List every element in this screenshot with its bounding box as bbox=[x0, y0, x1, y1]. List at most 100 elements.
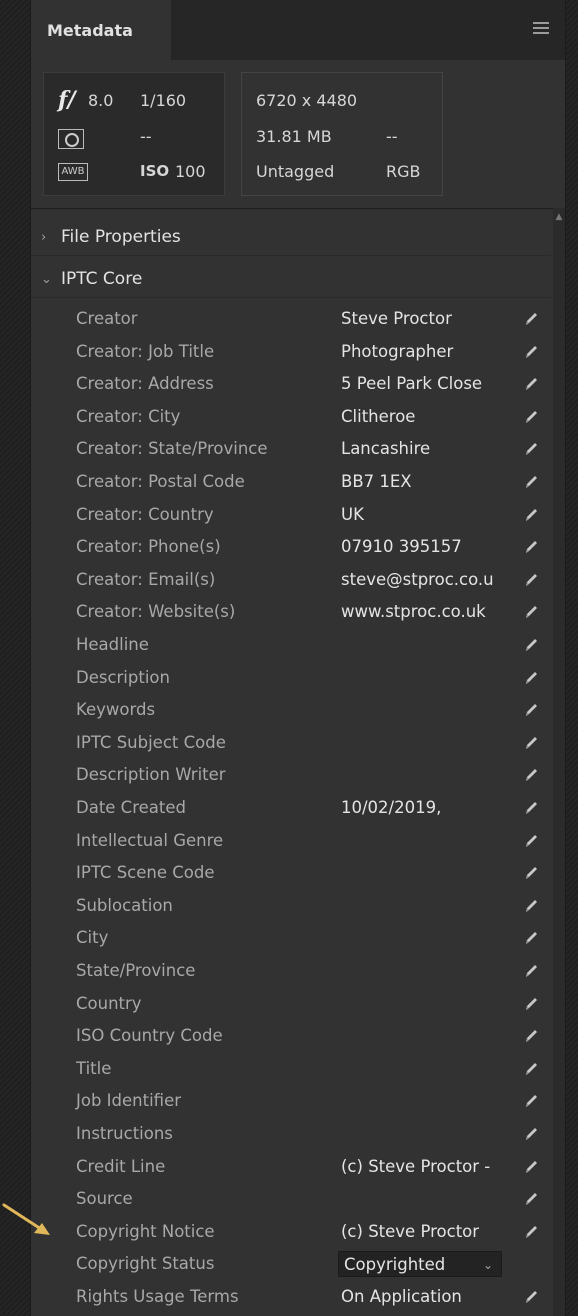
chevron-down-icon: ⌄ bbox=[482, 1258, 493, 1273]
section-label: IPTC Core bbox=[61, 269, 143, 289]
pencil-edit-icon[interactable] bbox=[523, 897, 539, 915]
tab-metadata[interactable]: Metadata bbox=[31, 0, 171, 60]
pencil-edit-icon[interactable] bbox=[523, 440, 539, 458]
pencil-edit-icon[interactable] bbox=[523, 408, 539, 426]
section-file-properties[interactable]: › File Properties bbox=[31, 219, 551, 256]
pencil-edit-icon[interactable] bbox=[523, 766, 539, 784]
pencil-edit-icon[interactable] bbox=[523, 1060, 539, 1078]
pencil-edit-icon[interactable] bbox=[523, 701, 539, 719]
pencil-edit-icon[interactable] bbox=[523, 799, 539, 817]
pencil-edit-icon[interactable] bbox=[523, 343, 539, 361]
shutter-speed-value: 1/160 bbox=[140, 91, 187, 110]
metering-value: -- bbox=[140, 127, 152, 146]
scroll-up-arrow-icon[interactable]: ▲ bbox=[554, 212, 564, 222]
field-label: Creator: Phone(s) bbox=[76, 537, 221, 557]
field-row: Country bbox=[31, 988, 551, 1021]
white-balance-icon: AWB bbox=[58, 163, 88, 181]
pencil-edit-icon[interactable] bbox=[523, 571, 539, 589]
color-profile: Untagged bbox=[256, 162, 335, 181]
section-iptc-core[interactable]: ⌄ IPTC Core bbox=[31, 261, 551, 298]
hamburger-menu-icon[interactable] bbox=[533, 22, 549, 36]
field-row: Copyright Notice (c) Steve Proctor bbox=[31, 1216, 551, 1249]
field-row: Creator: City Clitheroe bbox=[31, 401, 551, 434]
field-row: ISO Country Code bbox=[31, 1020, 551, 1053]
field-label: Instructions bbox=[76, 1124, 173, 1143]
pencil-edit-icon[interactable] bbox=[523, 1190, 539, 1208]
metering-mode-icon bbox=[58, 129, 84, 149]
pencil-edit-icon[interactable] bbox=[523, 473, 539, 491]
pencil-edit-icon[interactable] bbox=[523, 538, 539, 556]
field-value[interactable]: 07910 395157 bbox=[341, 531, 517, 563]
select-value: Copyrighted bbox=[344, 1255, 446, 1275]
field-label: Copyright Status bbox=[76, 1254, 215, 1274]
field-row: IPTC Subject Code bbox=[31, 727, 551, 760]
field-value[interactable]: BB7 1EX bbox=[341, 466, 517, 498]
field-label: Creator: Country bbox=[76, 504, 214, 524]
field-label: Creator: State/Province bbox=[76, 439, 268, 459]
pencil-edit-icon[interactable] bbox=[523, 506, 539, 524]
field-label: Credit Line bbox=[76, 1156, 166, 1176]
field-value[interactable]: steve@stproc.co.u bbox=[341, 564, 517, 596]
metadata-summary: f/ 8.0 1/160 -- AWB ISO 100 6720 x 4480 … bbox=[31, 60, 565, 208]
aperture-value: 8.0 bbox=[88, 91, 114, 110]
pencil-edit-icon[interactable] bbox=[523, 962, 539, 980]
field-value[interactable]: On Application bbox=[341, 1281, 517, 1313]
field-value[interactable]: 10/02/2019, bbox=[341, 792, 517, 824]
chevron-right-icon: › bbox=[41, 229, 47, 245]
field-label: City bbox=[76, 928, 109, 948]
field-label: Creator bbox=[76, 309, 138, 328]
iso-label: ISO bbox=[140, 162, 170, 180]
pencil-edit-icon[interactable] bbox=[523, 864, 539, 882]
field-label: Creator: Job Title bbox=[76, 341, 215, 361]
metadata-field-list: › File Properties ⌄ IPTC Core Creator Ste… bbox=[31, 208, 565, 1316]
field-label: Date Created bbox=[76, 798, 186, 817]
field-row: Creator: Job Title Photographer bbox=[31, 336, 551, 369]
field-row: Creator: Email(s) steve@stproc.co.u bbox=[31, 564, 551, 597]
pencil-edit-icon[interactable] bbox=[523, 310, 539, 328]
iso-value: 100 bbox=[175, 162, 206, 181]
field-row: Creator: Phone(s) 07910 395157 bbox=[31, 531, 551, 564]
pencil-edit-icon[interactable] bbox=[523, 1158, 539, 1176]
field-value[interactable]: Clitheroe bbox=[341, 401, 517, 433]
field-label: Rights Usage Terms bbox=[76, 1287, 239, 1306]
pencil-edit-icon[interactable] bbox=[523, 995, 539, 1013]
pencil-edit-icon[interactable] bbox=[523, 1125, 539, 1143]
field-row: Rights Usage Terms On Application bbox=[31, 1281, 551, 1314]
field-row: IPTC Scene Code bbox=[31, 857, 551, 890]
field-row: Copyright Status Copyrighted ⌄ bbox=[31, 1248, 551, 1281]
vertical-scrollbar[interactable] bbox=[553, 208, 565, 1316]
field-row: Description bbox=[31, 662, 551, 695]
field-value[interactable]: UK bbox=[341, 499, 517, 531]
field-value[interactable]: Photographer bbox=[341, 336, 517, 368]
pencil-edit-icon[interactable] bbox=[523, 1092, 539, 1110]
pencil-edit-icon[interactable] bbox=[523, 1223, 539, 1241]
pencil-edit-icon[interactable] bbox=[523, 603, 539, 621]
pencil-edit-icon[interactable] bbox=[523, 1027, 539, 1045]
pencil-edit-icon[interactable] bbox=[523, 636, 539, 654]
field-value[interactable]: (c) Steve Proctor - bbox=[341, 1151, 517, 1183]
field-label: Title bbox=[76, 1058, 112, 1078]
pencil-edit-icon[interactable] bbox=[523, 1288, 539, 1306]
field-row: Title bbox=[31, 1053, 551, 1086]
color-mode: RGB bbox=[386, 162, 421, 181]
field-value[interactable]: 5 Peel Park Close bbox=[341, 368, 517, 400]
field-value[interactable]: Lancashire bbox=[341, 433, 517, 465]
field-label: IPTC Subject Code bbox=[76, 732, 226, 752]
field-value[interactable]: Steve Proctor bbox=[341, 303, 517, 335]
pencil-edit-icon[interactable] bbox=[523, 734, 539, 752]
pencil-edit-icon[interactable] bbox=[523, 375, 539, 393]
field-label: IPTC Scene Code bbox=[76, 863, 215, 883]
field-value[interactable]: www.stproc.co.uk bbox=[341, 596, 517, 628]
copyright-status-select[interactable]: Copyrighted ⌄ bbox=[338, 1251, 502, 1278]
metadata-panel: Metadata f/ 8.0 1/160 -- AWB ISO 100 672… bbox=[30, 0, 566, 1316]
field-row: Creator: Postal Code BB7 1EX bbox=[31, 466, 551, 499]
field-row: Intellectual Genre bbox=[31, 825, 551, 858]
field-label: Job Identifier bbox=[76, 1091, 182, 1111]
field-label: State/Province bbox=[76, 961, 196, 980]
section-label: File Properties bbox=[61, 227, 181, 247]
field-value[interactable]: (c) Steve Proctor bbox=[341, 1216, 517, 1248]
pencil-edit-icon[interactable] bbox=[523, 929, 539, 947]
pencil-edit-icon[interactable] bbox=[523, 832, 539, 850]
field-row: Creator: Website(s) www.stproc.co.uk bbox=[31, 596, 551, 629]
pencil-edit-icon[interactable] bbox=[523, 669, 539, 687]
